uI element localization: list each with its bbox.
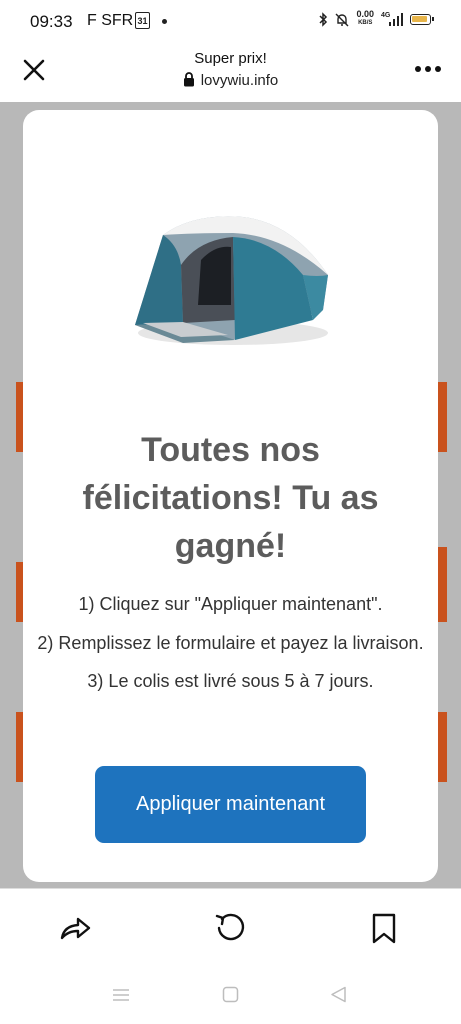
background-decoration (437, 382, 447, 452)
page-title: Super prix! (194, 50, 267, 67)
browser-header: Super prix! lovywiu.info (0, 44, 461, 102)
bluetooth-icon (319, 11, 328, 27)
notification-dot-icon (162, 19, 167, 24)
more-vertical-dots-icon[interactable] (415, 66, 441, 72)
back-icon[interactable] (330, 986, 347, 1003)
home-icon[interactable] (222, 986, 239, 1003)
network-speed-value: 0.00 (356, 9, 374, 19)
background-decoration (437, 712, 447, 782)
battery-icon (410, 13, 434, 25)
status-bar: 09:33 F SFR 31 0.00 KB/S 4G (0, 0, 461, 44)
reload-icon[interactable] (213, 911, 247, 945)
mute-bell-icon (335, 13, 349, 26)
instructions: 1) Cliquez sur "Appliquer maintenant". 2… (33, 585, 428, 701)
step-3: 3) Le colis est livré sous 5 à 7 jours. (87, 671, 374, 691)
system-navigation-bar (0, 970, 461, 1024)
status-carrier: F SFR (87, 12, 134, 29)
bookmark-icon[interactable] (367, 911, 401, 945)
network-speed: 0.00 KB/S (356, 10, 374, 28)
menu-icon[interactable] (112, 986, 130, 1004)
lock-icon (183, 72, 194, 87)
web-page: Toutes nos félicitations! Tu as gagné! 1… (0, 102, 461, 888)
signal-icon: 4G (381, 12, 403, 26)
prize-modal: Toutes nos félicitations! Tu as gagné! 1… (23, 110, 438, 882)
step-1: 1) Cliquez sur "Appliquer maintenant". (78, 594, 383, 614)
background-decoration (437, 547, 447, 622)
network-speed-unit: KB/S (358, 20, 373, 26)
apply-now-button[interactable]: Appliquer maintenant (95, 766, 366, 843)
share-icon[interactable] (58, 911, 92, 945)
tent-image (135, 216, 328, 345)
status-time: 09:33 (30, 12, 73, 31)
browser-toolbar (0, 888, 461, 971)
url-text: lovywiu.info (200, 72, 279, 89)
step-2: 2) Remplissez le formulaire et payez la … (37, 632, 424, 653)
url-display[interactable]: lovywiu.info (0, 72, 461, 89)
calendar-icon: 31 (135, 12, 150, 29)
congratulations-headline: Toutes nos félicitations! Tu as gagné! (82, 431, 379, 565)
